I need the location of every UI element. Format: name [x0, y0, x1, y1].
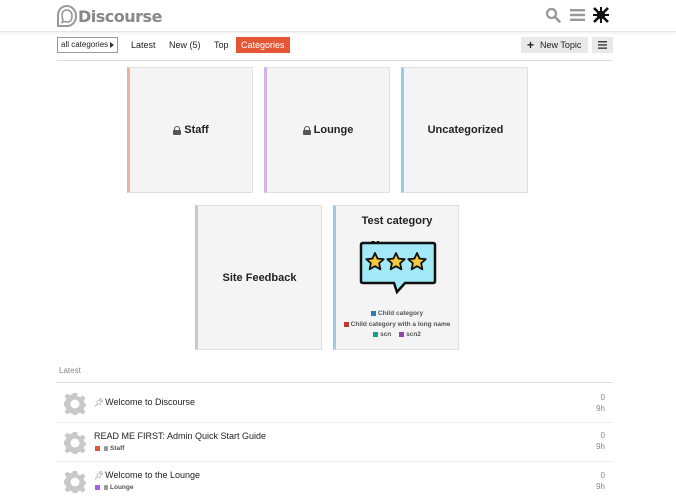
topic-row[interactable]: 📌︎ Welcome to the Lounge Lounge 0 9h — [57, 462, 613, 500]
category-box-uncategorized[interactable]: Uncategorized — [401, 67, 528, 193]
category-color-badge — [399, 332, 405, 337]
topic-row[interactable]: 📌︎ Welcome to Discourse 0 9h — [57, 384, 613, 423]
navigation-bar: all categories Latest New (5) Top Catego… — [57, 37, 613, 61]
lock-icon — [302, 125, 311, 135]
pin-icon: 📌︎ — [94, 397, 105, 407]
topic-title[interactable]: READ ME FIRST: Admin Quick Start Guide — [94, 431, 266, 441]
caret-right-icon — [110, 42, 114, 48]
category-box-test-category[interactable]: Test category Child category Child categ… — [333, 205, 459, 350]
category-name: Uncategorized — [427, 124, 504, 136]
subcategory-link[interactable]: scn2 — [399, 331, 421, 338]
gear-avatar-icon[interactable] — [63, 470, 87, 494]
category-dropdown[interactable]: all categories — [57, 37, 118, 53]
topic-category-badge[interactable]: Lounge — [95, 484, 133, 491]
topic-age[interactable]: 9h — [596, 404, 605, 413]
topic-row[interactable]: READ ME FIRST: Admin Quick Start Guide S… — [57, 423, 613, 462]
category-dropdown-label: all categories — [61, 40, 109, 49]
topic-age[interactable]: 9h — [596, 442, 605, 451]
tab-latest[interactable]: Latest — [126, 37, 161, 53]
topic-category-badge[interactable]: Staff — [95, 445, 124, 452]
logo-text: Discourse — [78, 6, 162, 26]
subcategory-link[interactable]: Child category — [370, 310, 423, 317]
topic-title[interactable]: Welcome to Discourse — [105, 397, 195, 407]
category-color-badge — [370, 311, 376, 316]
category-name: Staff — [184, 124, 209, 136]
list-menu-button[interactable] — [592, 37, 613, 53]
menu-bars-icon — [598, 41, 607, 49]
reply-count: 0 — [600, 393, 605, 402]
tab-new[interactable]: New (5) — [164, 37, 206, 53]
new-topic-label: New Topic — [540, 40, 582, 50]
divider — [57, 382, 613, 383]
subcategory-link[interactable]: Child category with a long name — [343, 321, 450, 328]
gear-avatar-icon[interactable] — [63, 392, 87, 416]
reply-count: 0 — [600, 431, 605, 440]
topic-title[interactable]: Welcome to the Lounge — [105, 470, 200, 480]
user-avatar[interactable] — [592, 6, 610, 24]
new-topic-button[interactable]: + New Topic — [521, 37, 588, 53]
plus-icon: + — [527, 38, 535, 52]
category-box-lounge[interactable]: Lounge — [264, 67, 390, 193]
tab-categories[interactable]: Categories — [236, 37, 290, 53]
rating-stars-image — [359, 241, 437, 295]
pin-icon: 📌︎ — [94, 470, 105, 480]
reply-count: 0 — [600, 471, 605, 480]
category-color-badge — [373, 332, 379, 337]
lock-icon — [104, 446, 108, 451]
category-name: Test category — [361, 215, 433, 227]
category-color-badge — [343, 322, 349, 327]
site-logo[interactable]: Discourse — [57, 4, 162, 28]
category-box-site-feedback[interactable]: Site Feedback — [195, 205, 322, 350]
category-name: Lounge — [313, 124, 354, 136]
lock-icon — [104, 485, 108, 490]
hamburger-icon[interactable] — [568, 6, 586, 24]
search-icon[interactable] — [544, 6, 562, 24]
tab-top[interactable]: Top — [209, 37, 234, 53]
lock-icon — [173, 125, 182, 135]
discourse-logo-icon — [57, 5, 77, 27]
gear-avatar-icon[interactable] — [63, 431, 87, 455]
category-color-badge — [95, 485, 100, 490]
subcategory-link[interactable]: scn — [373, 331, 391, 338]
category-box-staff[interactable]: Staff — [127, 67, 253, 193]
topic-age[interactable]: 9h — [596, 482, 605, 491]
latest-heading: Latest — [59, 366, 81, 375]
site-header: Discourse — [0, 0, 676, 32]
category-color-badge — [95, 446, 100, 451]
category-name: Site Feedback — [222, 271, 297, 284]
